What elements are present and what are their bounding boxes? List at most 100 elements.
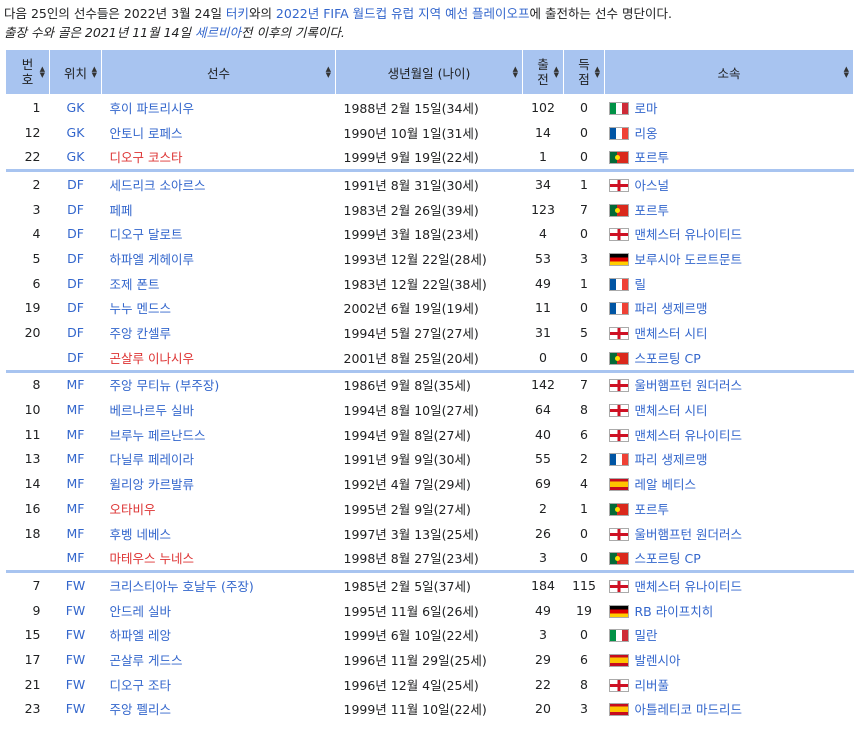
player-club-link[interactable]: 맨체스터 유나이티드 (635, 428, 742, 443)
england-flag-icon[interactable] (608, 527, 629, 541)
sort-icon[interactable]: ▲ ▼ (326, 66, 331, 79)
player-position-link[interactable]: MF (67, 550, 85, 565)
sort-icon[interactable]: ▲ ▼ (554, 66, 559, 79)
player-position-link[interactable]: FW (66, 677, 86, 692)
england-flag-icon[interactable] (608, 579, 629, 593)
player-name-link[interactable]: 베르나르두 실바 (110, 403, 194, 418)
player-club-link[interactable]: 아스널 (635, 178, 670, 193)
player-name-link[interactable]: 세드리크 소아르스 (110, 178, 206, 193)
player-position-link[interactable]: DF (67, 300, 84, 315)
player-position-link[interactable]: GK (67, 149, 85, 164)
player-club-link[interactable]: RB 라이프치히 (635, 604, 714, 619)
sort-icon[interactable]: ▲ ▼ (513, 66, 518, 79)
england-flag-icon[interactable] (608, 327, 629, 341)
player-name-link[interactable]: 곤살루 이나시우 (110, 351, 194, 366)
player-club-link[interactable]: 포르투 (635, 502, 670, 517)
france-flag-icon[interactable] (608, 126, 629, 140)
spain-flag-icon[interactable] (608, 653, 629, 667)
player-position-link[interactable]: MF (67, 501, 85, 516)
link-turkey[interactable]: 터키 (226, 6, 249, 21)
header-caps[interactable]: 출전 ▲ ▼ (522, 49, 564, 95)
player-position-link[interactable]: MF (67, 476, 85, 491)
player-name-link[interactable]: 안드레 실바 (110, 604, 171, 619)
player-name-link[interactable]: 안토니 로페스 (110, 126, 183, 141)
italy-flag-icon[interactable] (608, 101, 629, 115)
player-position-link[interactable]: FW (66, 627, 86, 642)
player-position-link[interactable]: GK (67, 100, 85, 115)
england-flag-icon[interactable] (608, 228, 629, 242)
player-name-link[interactable]: 후이 파트리시우 (110, 101, 194, 116)
header-club[interactable]: 소속 ▲ ▼ (604, 49, 854, 95)
player-position-link[interactable]: DF (67, 226, 84, 241)
player-position-link[interactable]: MF (67, 402, 85, 417)
player-club-link[interactable]: 레알 베티스 (635, 477, 696, 492)
player-name-link[interactable]: 브루누 페르난드스 (110, 428, 206, 443)
player-position-link[interactable]: MF (67, 377, 85, 392)
player-position-link[interactable]: DF (67, 325, 84, 340)
player-club-link[interactable]: 울버햄프턴 원더러스 (635, 378, 742, 393)
link-playoffs[interactable]: 2022년 FIFA 월드컵 유럽 지역 예선 플레이오프 (276, 6, 530, 21)
player-club-link[interactable]: 포르투 (635, 150, 670, 165)
player-position-link[interactable]: DF (67, 276, 84, 291)
england-flag-icon[interactable] (608, 379, 629, 393)
france-flag-icon[interactable] (608, 453, 629, 467)
england-flag-icon[interactable] (608, 404, 629, 418)
portugal-flag-icon[interactable] (608, 151, 629, 165)
player-name-link[interactable]: 곤살루 게드스 (110, 653, 183, 668)
player-position-link[interactable]: DF (67, 202, 84, 217)
player-position-link[interactable]: MF (67, 526, 85, 541)
player-club-link[interactable]: 스포르팅 CP (635, 351, 701, 366)
player-position-link[interactable]: DF (67, 251, 84, 266)
player-name-link[interactable]: 주앙 펠리스 (110, 702, 171, 717)
england-flag-icon[interactable] (608, 428, 629, 442)
portugal-flag-icon[interactable] (608, 203, 629, 217)
italy-flag-icon[interactable] (608, 629, 629, 643)
portugal-flag-icon[interactable] (608, 502, 629, 516)
player-club-link[interactable]: 맨체스터 시티 (635, 403, 708, 418)
france-flag-icon[interactable] (608, 302, 629, 316)
germany-flag-icon[interactable] (608, 252, 629, 266)
sort-icon[interactable]: ▲ ▼ (92, 66, 97, 79)
player-club-link[interactable]: 보루시아 도르트문트 (635, 252, 742, 267)
player-club-link[interactable]: 맨체스터 유나이티드 (635, 227, 742, 242)
player-name-link[interactable]: 페페 (110, 203, 133, 218)
header-dob[interactable]: 생년월일 (나이) ▲ ▼ (335, 49, 523, 95)
player-club-link[interactable]: 밀란 (635, 628, 658, 643)
spain-flag-icon[interactable] (608, 703, 629, 717)
player-name-link[interactable]: 다닐루 페레이라 (110, 452, 194, 467)
england-flag-icon[interactable] (608, 178, 629, 192)
player-position-link[interactable]: DF (67, 177, 84, 192)
player-name-link[interactable]: 후벵 네베스 (110, 527, 171, 542)
player-name-link[interactable]: 크리스티아누 호날두 (주장) (110, 579, 254, 594)
sort-icon[interactable]: ▲ ▼ (40, 66, 45, 79)
player-position-link[interactable]: MF (67, 451, 85, 466)
player-club-link[interactable]: 파리 생제르맹 (635, 301, 708, 316)
player-club-link[interactable]: 리버풀 (635, 678, 670, 693)
player-position-link[interactable]: FW (66, 603, 86, 618)
player-name-link[interactable]: 윌리앙 카르발류 (110, 477, 194, 492)
header-goals[interactable]: 득점 ▲ ▼ (563, 49, 605, 95)
player-club-link[interactable]: 스포르팅 CP (635, 551, 701, 566)
player-club-link[interactable]: 맨체스터 시티 (635, 326, 708, 341)
spain-flag-icon[interactable] (608, 478, 629, 492)
player-position-link[interactable]: FW (66, 578, 86, 593)
player-club-link[interactable]: 아틀레티코 마드리드 (635, 702, 742, 717)
player-club-link[interactable]: 맨체스터 유나이티드 (635, 579, 742, 594)
germany-flag-icon[interactable] (608, 604, 629, 618)
player-club-link[interactable]: 로마 (635, 101, 658, 116)
player-club-link[interactable]: 리옹 (635, 126, 658, 141)
player-club-link[interactable]: 포르투 (635, 203, 670, 218)
player-name-link[interactable]: 하파엘 레앙 (110, 628, 171, 643)
sort-icon[interactable]: ▲ ▼ (844, 66, 849, 79)
header-position[interactable]: 위치 ▲ ▼ (49, 49, 102, 95)
header-num[interactable]: 번호 ▲ ▼ (5, 49, 50, 95)
player-name-link[interactable]: 디오구 조타 (110, 678, 171, 693)
france-flag-icon[interactable] (608, 277, 629, 291)
player-name-link[interactable]: 조제 폰트 (110, 277, 160, 292)
player-position-link[interactable]: DF (67, 350, 84, 365)
player-name-link[interactable]: 디오구 달로트 (110, 227, 183, 242)
link-serbia[interactable]: 세르비아 (195, 25, 241, 40)
player-club-link[interactable]: 울버햄프턴 원더러스 (635, 527, 742, 542)
header-player[interactable]: 선수 ▲ ▼ (101, 49, 336, 95)
player-position-link[interactable]: GK (67, 125, 85, 140)
